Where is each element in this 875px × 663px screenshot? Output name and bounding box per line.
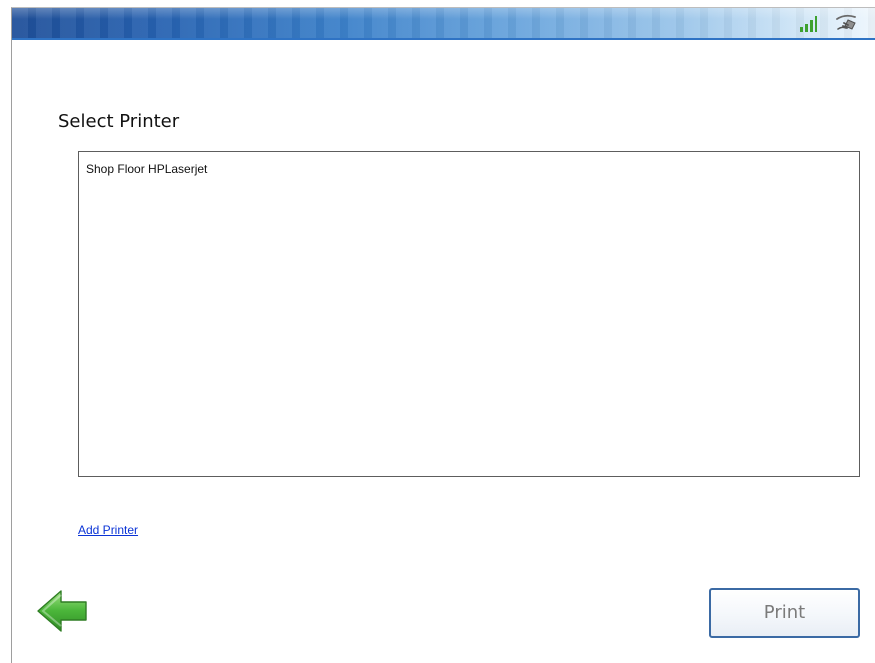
printer-item[interactable]: Shop Floor HPLaserjet [86,162,207,176]
header-bar [12,8,875,40]
status-icons [799,13,857,33]
print-window: Select Printer Shop Floor HPLaserjet Add… [11,7,875,663]
printer-list[interactable]: Shop Floor HPLaserjet [78,151,860,477]
back-button[interactable] [35,589,89,639]
page-title: Select Printer [58,111,180,132]
add-printer-link[interactable]: Add Printer [78,523,138,537]
print-button[interactable]: Print [709,588,860,638]
plug-icon [835,13,857,33]
signal-icon [799,15,817,33]
back-arrow-icon [35,589,89,639]
